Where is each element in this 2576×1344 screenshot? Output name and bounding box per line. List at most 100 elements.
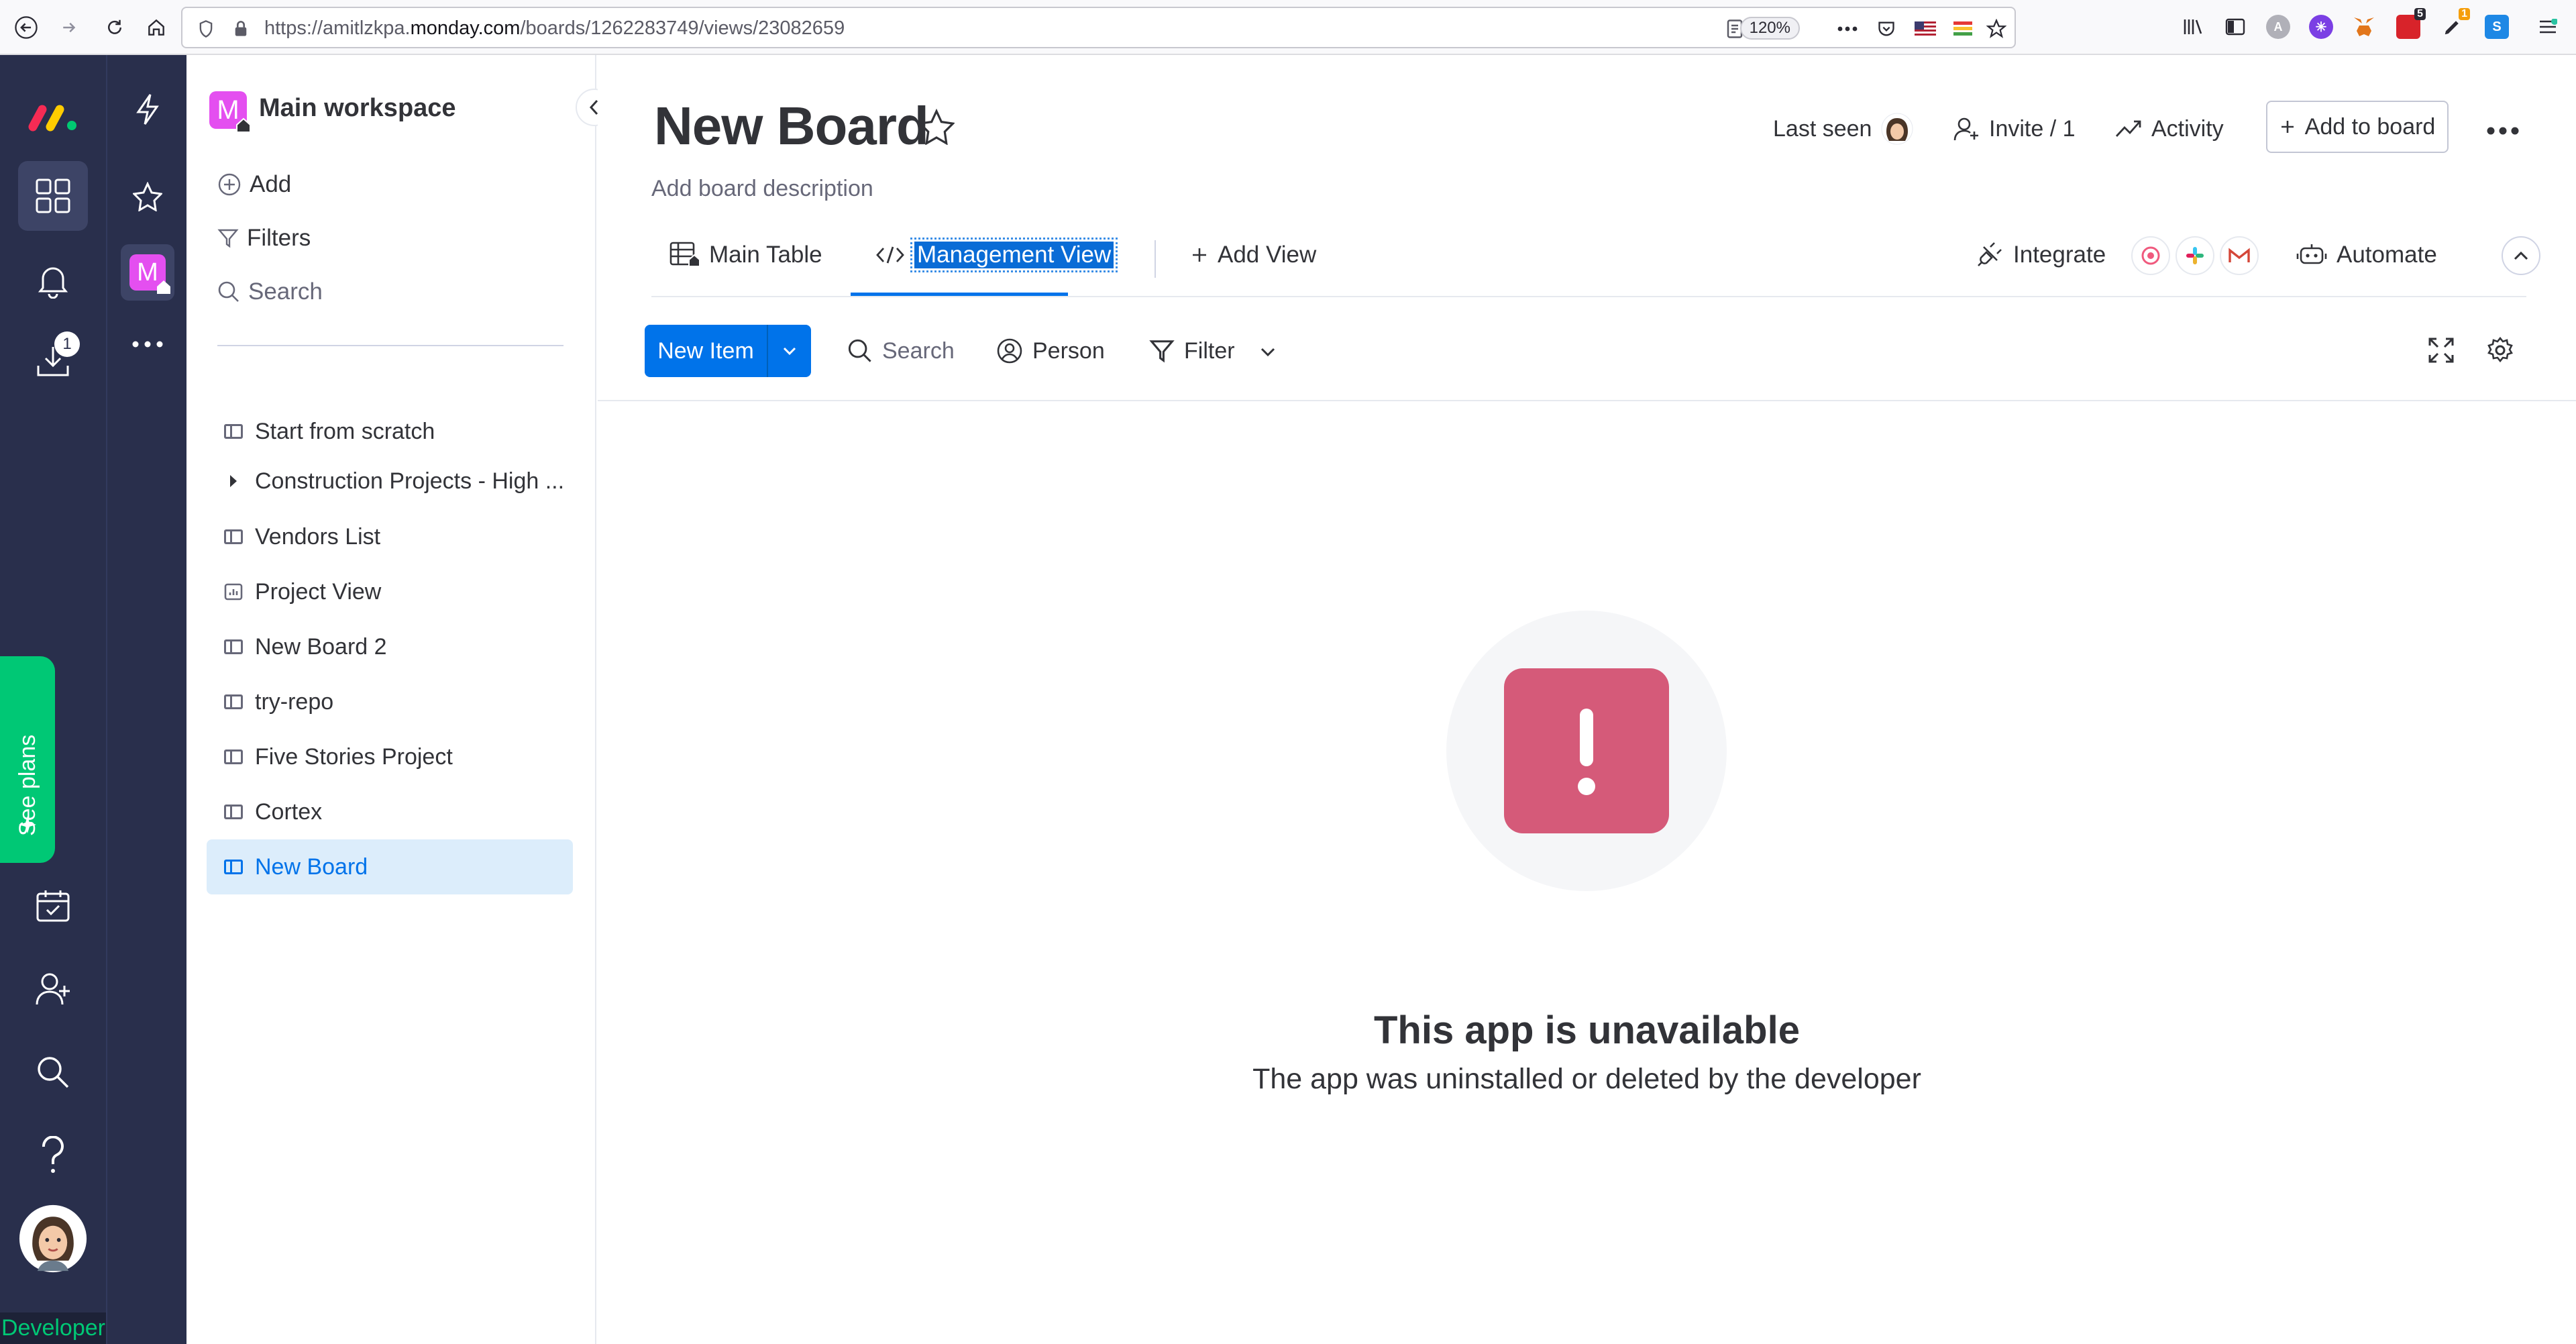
integrate-button[interactable]: Integrate [1974,236,2106,274]
invite-button[interactable]: Invite / 1 [1953,111,2076,146]
workspaces-icon[interactable] [18,161,88,231]
search-icon [218,281,239,302]
sidebar-item-label: Start from scratch [255,418,435,444]
tab-main-table[interactable]: Main Table [669,236,822,274]
monday-logo-icon[interactable] [18,82,88,152]
fullscreen-button[interactable] [2424,333,2459,368]
exclamation-icon [1578,709,1595,795]
error-title: This app is unavailable [1374,1009,1800,1052]
tab-label[interactable]: Management View [910,238,1118,272]
board-title[interactable]: New Board [654,95,929,157]
pen-extension-icon[interactable]: 1 [2440,8,2470,39]
filter-dropdown-button[interactable] [1258,342,1278,362]
sidebar-item-label: Cortex [255,798,323,825]
us-flag-icon[interactable] [1914,17,1937,40]
new-item-button[interactable]: New Item [645,325,811,377]
view-settings-button[interactable] [2483,333,2518,368]
forward-button[interactable] [51,9,87,46]
color-bars-icon[interactable] [1951,17,1974,40]
person-plus-icon [1953,117,1978,141]
forward-arrow-icon [63,22,76,33]
page-actions-icon[interactable] [1836,17,1859,40]
sidebar-search-input[interactable]: Search [217,275,323,309]
board-description[interactable]: Add board description [651,176,873,202]
board-icon [224,749,243,764]
chevron-down-icon [1260,348,1275,357]
favorites-star-icon[interactable] [124,173,171,220]
workspace-avatar: M [209,91,251,133]
help-question-icon[interactable] [18,1121,88,1190]
trend-line-icon [2115,120,2141,137]
sidebar-item-five-stories-project[interactable]: Five Stories Project [207,729,573,784]
integration-gmail-icon[interactable] [2220,236,2259,275]
filters-action[interactable]: Filters [217,221,311,255]
url-bar[interactable]: https://amitlzkpa.monday.com/boards/1262… [181,7,2016,48]
sidebar-item-cortex[interactable]: Cortex [207,784,573,839]
shield-icon[interactable] [195,17,217,40]
funnel-icon [217,229,239,248]
user-avatar[interactable] [18,1204,88,1274]
board-icon [224,639,243,654]
back-arrow-icon [15,16,38,39]
tab-label: Main Table [709,242,822,268]
workspace-name[interactable]: Main workspace [259,94,456,123]
inbox-download-icon[interactable]: 1 [18,326,88,396]
sidebar-item-project-view[interactable]: Project View [207,564,573,619]
bookmark-star-icon[interactable] [1985,17,2008,40]
lightning-icon[interactable] [124,86,171,133]
board-icon [224,694,243,709]
automate-button[interactable]: Automate [2296,236,2437,274]
add-to-board-button[interactable]: Add to board [2266,101,2449,153]
add-view-button[interactable]: Add View [1191,236,1316,274]
lock-icon[interactable] [229,17,252,40]
browser-menu-icon[interactable] [2536,15,2560,39]
sidebar-item-construction-folder[interactable]: Construction Projects - High ... [207,454,573,509]
collapse-header-button[interactable] [2502,236,2540,275]
extension-badge: 5 [2414,8,2426,20]
invite-members-icon[interactable] [18,954,88,1024]
sidebar-item-new-board-2[interactable]: New Board 2 [207,619,573,674]
shield-extension-icon[interactable]: 5 [2396,8,2426,39]
url-text[interactable]: https://amitlzkpa.monday.com/boards/1262… [264,17,845,40]
board-menu-button[interactable] [2483,121,2523,141]
account-extension-icon[interactable]: A [2266,15,2290,39]
filter-button[interactable]: Filter [1149,334,1235,368]
sidebar-toggle-icon[interactable] [2223,15,2247,39]
home-button[interactable] [138,9,174,46]
sidebar-item-label: Project View [255,578,382,605]
board-icon [224,805,243,819]
integration-monday-icon[interactable] [2131,236,2170,275]
board-search-input[interactable]: Search [847,334,955,368]
library-icon[interactable] [2182,15,2206,39]
person-filter-button[interactable]: Person [996,334,1105,368]
sidebar-item-vendors-list[interactable]: Vendors List [207,509,573,564]
s-extension-icon[interactable]: S [2485,15,2509,39]
reload-button[interactable] [97,9,133,46]
notifications-bell-icon[interactable] [18,246,88,315]
my-work-calendar-icon[interactable] [18,871,88,941]
tab-management-view[interactable]: Management View [875,236,1118,274]
favorite-star-button[interactable] [916,106,957,148]
sidebar-item-new-board[interactable]: New Board [207,839,573,894]
sidebar-item-label: Construction Projects - High ... [255,468,565,494]
search-everything-icon[interactable] [18,1037,88,1107]
zoom-level[interactable]: 120% [1739,17,1800,40]
metamask-fox-icon[interactable] [2352,15,2376,39]
integration-slack-icon[interactable] [2176,236,2214,275]
workspace-switcher[interactable]: M [121,244,174,301]
avatar-face-icon [19,1204,87,1273]
more-dots-icon[interactable] [124,321,171,368]
last-seen-button[interactable]: Last seen [1773,111,1913,146]
new-item-dropdown[interactable] [767,325,811,377]
pocket-icon[interactable] [1875,17,1898,40]
plus-icon [1193,248,1206,262]
sidebar-item-try-repo[interactable]: try-repo [207,674,573,729]
monday-logo-mark [28,105,76,132]
activity-button[interactable]: Activity [2115,111,2224,146]
sidebar-item-start-from-scratch[interactable]: Start from scratch [207,404,573,459]
see-plans-button[interactable]: See plans [0,656,55,863]
back-button[interactable] [8,9,44,46]
sidebar-item-label: New Board [255,854,368,880]
puzzle-extension-icon[interactable]: ✳ [2309,15,2333,39]
add-action[interactable]: Add [217,168,291,201]
